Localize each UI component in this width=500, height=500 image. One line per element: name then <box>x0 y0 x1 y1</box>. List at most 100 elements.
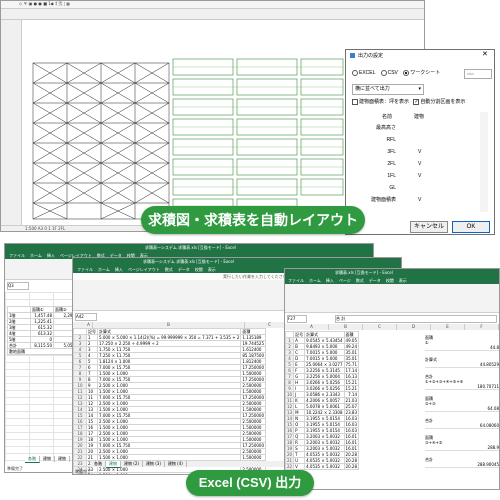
excel3-titlebar: 求積表.xls [互換モード] - Excel <box>285 269 499 277</box>
format-select-value: xlsx <box>467 71 474 76</box>
ribbon-tab[interactable]: ページ <box>339 278 351 283</box>
excel1-sheet-tabs[interactable]: 各階 建物 建物 <box>25 456 70 463</box>
result-value: 180.70711 <box>477 384 499 389</box>
sheet-tab[interactable]: 建物 <box>106 461 121 468</box>
table-row: 22 V 4.0535 × 5.0032 20.28 <box>285 463 360 470</box>
sheet-tab[interactable]: 各階 <box>25 456 40 463</box>
column-header[interactable]: C <box>363 324 397 330</box>
format-select[interactable]: xlsx <box>464 69 492 79</box>
format-radio-group: EXCEL CSV ワークシート <box>352 70 440 76</box>
item-list[interactable]: 名前 建物 最高高さ RFL 3FL V 2FL V 1FL V GL 建物面積表 V <box>352 112 490 212</box>
sheet-tab[interactable]: 建物 <box>40 456 55 462</box>
radio-worksheet-indicator[interactable] <box>403 70 410 76</box>
ribbon-tab[interactable]: ファイル <box>9 253 25 258</box>
sheet-tab[interactable]: 建物 (4) <box>165 461 187 467</box>
cancel-button[interactable]: キャンセル <box>410 221 448 233</box>
column-header[interactable]: A <box>295 324 329 330</box>
column-header[interactable]: F <box>465 324 499 330</box>
cad-tool-palette[interactable] <box>1 20 22 225</box>
result-block[interactable]: 合計 ①+②+③+④+⑤+⑥ 180.70711 <box>425 374 499 390</box>
sheet-tab[interactable]: 建物 (3) <box>143 461 165 467</box>
area-triangulation-drawing <box>32 62 170 220</box>
ribbon-tab[interactable]: 数式 <box>165 267 173 272</box>
result-block[interactable]: 面積 ③+④+⑤ 288.9 <box>425 435 499 451</box>
ribbon-tab[interactable]: 校閲 <box>195 267 203 272</box>
excel3-title: 求積表.xls [互換モード] - Excel <box>335 270 393 275</box>
check-auto-split-label: 自動分割区画を表示 <box>420 99 466 106</box>
ribbon-tab[interactable]: 挿入 <box>326 278 334 283</box>
excel1-status: 準備完了 <box>7 466 23 471</box>
table-cell[interactable]: V <box>293 463 306 470</box>
excel3-namebox[interactable]: F27 <box>287 315 307 323</box>
cad-titlebar: ◇ 〒 ▣ ● ● ■ 1◆ ‡ 弐 ¦ ▦ <box>1 1 424 9</box>
excel3-right-blocks[interactable]: 面積 ① 44.8 計算式 44.80529 合計 ①+②+③+④+⑤+⑥ 180.70711… <box>425 335 499 474</box>
table-cell[interactable]: 4.0535 × 5.0032 <box>304 463 345 470</box>
radio-excel-label: EXCEL <box>359 70 376 77</box>
list-item-name: 1FL <box>387 173 396 179</box>
column-header[interactable]: D <box>397 324 431 330</box>
excel1-title: 求積表ーシスデム 求積表.xls [互換モード] - Excel <box>145 245 236 250</box>
ribbon-tab[interactable]: 数式 <box>356 278 364 283</box>
excel2-tellme[interactable]: 実行したい作業を入力してください <box>223 274 287 279</box>
radio-csv-indicator[interactable] <box>380 70 387 76</box>
check-auto-split[interactable]: ✓ 自動分割区画を表示 <box>413 99 465 105</box>
sheet-tab[interactable]: 建物 <box>55 456 70 462</box>
ribbon-tab[interactable]: 表示 <box>208 267 216 272</box>
excel3-formula-bar[interactable]: 合 計 <box>335 315 497 323</box>
column-header[interactable]: E <box>431 324 465 330</box>
check-auto-split-box[interactable]: ✓ <box>413 99 420 105</box>
excel3-left-table[interactable]: 記号 計算式 面積 1 A 9.0545 × 5.43454 49.05 2 B 9.8493 ×… <box>285 331 360 470</box>
result-block[interactable]: 合計 64.08060 <box>425 418 499 429</box>
result-block[interactable]: 面積 ① 44.8 <box>425 335 499 351</box>
list-item-name: 最高高さ <box>375 125 396 131</box>
radio-csv[interactable]: CSV <box>380 70 398 76</box>
sheet-tab[interactable]: 各階 <box>91 461 106 467</box>
output-settings-dialog: 出力の設定 ✕ EXCEL CSV ワークシート xlsx 横に並べて出力 ▾ … <box>345 49 495 235</box>
excel2-table[interactable]: 記号 計算式 面積 2 1 5.000 × 5.000 × 1.14(2)(%) = 99… <box>73 328 267 474</box>
list-item-mark: V <box>418 197 422 203</box>
list-item-name: 2FL <box>387 161 396 167</box>
ribbon-tab[interactable]: ホーム <box>30 253 42 258</box>
ribbon-tab[interactable]: 挿入 <box>47 253 55 258</box>
list-scrollbar[interactable] <box>480 112 488 212</box>
excel3-ribbon-tabs: ファイル ホーム 挿入 ページ 数式 データ 校閲 表示 <box>285 277 499 284</box>
cad-toolbar <box>1 9 424 20</box>
ribbon-tab[interactable]: 表示 <box>399 278 407 283</box>
table-cell[interactable]: 20.28 <box>343 463 360 470</box>
check-tsubo[interactable]: 建物面積表：坪を表示 <box>352 99 409 105</box>
ribbon-tab[interactable]: ファイル <box>288 278 304 283</box>
check-tsubo-box[interactable] <box>352 99 358 105</box>
excel1-table[interactable]: 面積① 面積② 1階 1,457.48 2,296 2階 1,225.41 3階 615.32 4… <box>7 306 77 355</box>
ribbon-tab[interactable]: ファイル <box>77 267 93 272</box>
bottom-banner-text: Excel (CSV) 出力 <box>198 475 302 490</box>
ribbon-tab[interactable]: 挿入 <box>115 267 123 272</box>
result-block[interactable]: 合計 288.90045 <box>425 457 499 468</box>
sheet-tab[interactable]: 建物 (2) <box>121 461 143 467</box>
excel2-namebox[interactable]: A42 <box>75 313 97 321</box>
layout-mode-value: 横に並べて出力 <box>355 86 390 92</box>
excel1-namebox[interactable]: Q3 <box>7 282 29 290</box>
dialog-app-icon <box>350 53 355 58</box>
checkbox-row: 建物面積表：坪を表示 ✓ 自動分割区画を表示 <box>352 99 465 105</box>
result-value: 64.08 <box>487 406 499 411</box>
excel3-col-headers: ABCDEF <box>285 324 499 330</box>
ribbon-tab[interactable]: 校閲 <box>386 278 394 283</box>
result-block[interactable]: 面積 ②+③ 64.08 <box>425 396 499 412</box>
radio-excel[interactable]: EXCEL <box>352 70 375 76</box>
ribbon-tab[interactable]: ホーム <box>309 278 321 283</box>
ok-button[interactable]: OK <box>452 221 490 233</box>
dialog-titlebar: 出力の設定 ✕ <box>346 50 494 62</box>
excel1-titlebar: 求積表ーシスデム 求積表.xls [互換モード] - Excel <box>5 244 373 252</box>
ribbon-tab[interactable]: データ <box>178 267 190 272</box>
column-header[interactable]: B <box>329 324 363 330</box>
result-block[interactable]: 計算式 44.80529 <box>425 357 499 368</box>
ribbon-tab[interactable]: データ <box>369 278 381 283</box>
layout-mode-select[interactable]: 横に並べて出力 ▾ <box>352 84 424 95</box>
bottom-banner: Excel (CSV) 出力 <box>186 470 314 496</box>
ribbon-tab[interactable]: ページレイアウト <box>128 267 160 272</box>
radio-worksheet[interactable]: ワークシート <box>403 70 440 76</box>
radio-excel-indicator[interactable] <box>352 70 358 76</box>
ribbon-tab[interactable]: ホーム <box>98 267 110 272</box>
top-banner-text: 求積図・求積表を自動レイアウト <box>148 212 358 228</box>
dialog-close-icon[interactable]: ✕ <box>482 51 488 58</box>
